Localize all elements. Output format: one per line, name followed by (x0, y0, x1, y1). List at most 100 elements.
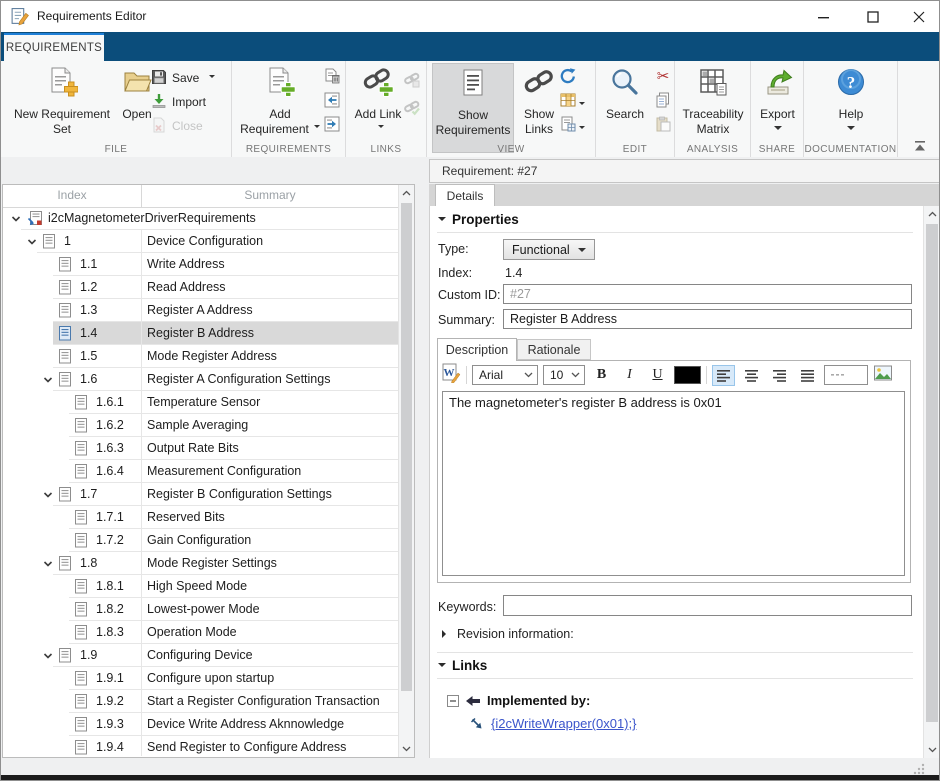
font-color-swatch[interactable] (674, 366, 701, 384)
tree-row[interactable]: 1.2Read Address (3, 276, 399, 299)
links-section-title[interactable]: Links (452, 658, 487, 673)
delete-requirement-button[interactable] (321, 65, 343, 87)
tree-scrollbar[interactable] (398, 185, 414, 757)
export-button[interactable]: Export (754, 63, 801, 153)
maximize-button[interactable] (850, 1, 895, 32)
column-header-summary[interactable]: Summary (141, 188, 399, 202)
help-dropdown-caret[interactable] (847, 126, 855, 134)
details-scrollbar-thumb[interactable] (926, 224, 938, 722)
font-family-select[interactable]: Arial (472, 365, 538, 385)
show-links-button[interactable]: Show Links (516, 63, 562, 153)
expand-chevron-icon[interactable] (27, 237, 37, 247)
align-justify-button[interactable] (796, 365, 819, 386)
keywords-input[interactable] (503, 595, 912, 616)
tree-row[interactable]: 1.6.4Measurement Configuration (3, 460, 399, 483)
search-button[interactable]: Search (600, 63, 650, 153)
tab-description[interactable]: Description (437, 338, 517, 361)
tree-row[interactable]: 1.1Write Address (3, 253, 399, 276)
summary-input[interactable]: Register B Address (503, 309, 912, 329)
properties-section-title[interactable]: Properties (452, 212, 519, 227)
tree-scroll-down-button[interactable] (399, 741, 414, 757)
tree-row[interactable]: 1.7Register B Configuration Settings (3, 483, 399, 506)
align-left-button[interactable] (712, 365, 735, 386)
tree-row[interactable]: 1.6.2Sample Averaging (3, 414, 399, 437)
expand-chevron-icon[interactable] (43, 559, 53, 569)
tree-scrollbar-thumb[interactable] (401, 203, 412, 691)
tab-requirements[interactable]: REQUIREMENTS (4, 33, 104, 61)
align-right-button[interactable] (768, 365, 791, 386)
description-text-area[interactable]: The magnetometer's register B address is… (442, 391, 905, 576)
custom-id-input[interactable]: #27 (503, 284, 912, 304)
underline-button[interactable]: U (646, 365, 669, 386)
tab-rationale[interactable]: Rationale (517, 339, 591, 360)
properties-collapse-caret[interactable] (438, 217, 446, 221)
tree-row[interactable]: 1.7.1Reserved Bits (3, 506, 399, 529)
expand-chevron-icon[interactable] (11, 214, 21, 224)
tree-row[interactable]: 1.9.3Device Write Address Aknnowledge (3, 713, 399, 736)
column-header-index[interactable]: Index (3, 188, 141, 202)
type-dropdown[interactable]: Functional (503, 239, 595, 260)
bold-button[interactable]: B (590, 365, 613, 386)
tree-row[interactable]: 1Device Configuration (3, 230, 399, 253)
add-requirement-caret[interactable] (314, 125, 320, 131)
tree-row[interactable]: 1.8.3Operation Mode (3, 621, 399, 644)
add-requirement-button[interactable]: Add Requirement (238, 63, 322, 153)
details-scroll-down-button[interactable] (924, 742, 940, 758)
refresh-button[interactable] (557, 65, 579, 87)
save-button[interactable]: Save (151, 67, 215, 89)
promote-requirement-button[interactable] (321, 89, 343, 111)
display-options-caret[interactable] (579, 121, 585, 139)
tree-row[interactable]: 1.9.2Start a Register Configuration Tran… (3, 690, 399, 713)
tab-details[interactable]: Details (435, 184, 495, 206)
links-group-expander[interactable] (447, 694, 459, 712)
tree-row[interactable]: 1.3Register A Address (3, 299, 399, 322)
tree-row-root[interactable]: i2cMagnetometerDriverRequirements (3, 207, 399, 230)
italic-button[interactable]: I (618, 365, 641, 386)
export-dropdown-caret[interactable] (774, 126, 782, 134)
tree-row[interactable]: 1.4Register B Address (3, 322, 399, 345)
traceability-matrix-button[interactable]: Traceability Matrix (678, 63, 748, 153)
show-requirements-button[interactable]: Show Requirements (432, 63, 514, 153)
tree-scroll-up-button[interactable] (399, 185, 414, 201)
tree-row[interactable]: 1.6.3Output Rate Bits (3, 437, 399, 460)
close-button[interactable] (896, 1, 940, 32)
details-scroll-up-button[interactable] (924, 206, 940, 222)
copy-button[interactable] (652, 89, 674, 111)
new-requirement-set-button[interactable]: New Requirement Set (11, 63, 113, 153)
tree-row[interactable]: 1.9Configuring Device (3, 644, 399, 667)
help-button[interactable]: ? Help (824, 63, 878, 153)
tree-row[interactable]: 1.9.1Configure upon startup (3, 667, 399, 690)
collapse-ribbon-button[interactable] (913, 139, 927, 157)
tree-row[interactable]: 1.9.4Send Register to Configure Address (3, 736, 399, 756)
tree-row[interactable]: 1.5Mode Register Address (3, 345, 399, 368)
expand-chevron-icon[interactable] (43, 375, 53, 385)
align-center-button[interactable] (740, 365, 763, 386)
insert-image-button[interactable] (873, 363, 893, 388)
columns-dropdown-caret[interactable] (579, 97, 585, 115)
tree-row[interactable]: 1.8Mode Register Settings (3, 552, 399, 575)
add-link-caret[interactable] (378, 125, 384, 131)
tree-row[interactable]: 1.6Register A Configuration Settings (3, 368, 399, 391)
font-size-select[interactable]: 10 (543, 365, 585, 385)
save-dropdown-caret[interactable] (209, 75, 215, 81)
import-button[interactable]: Import (151, 91, 206, 113)
display-options-button[interactable] (557, 113, 579, 135)
tree-row[interactable]: 1.7.2Gain Configuration (3, 529, 399, 552)
column-divider[interactable] (141, 185, 142, 207)
add-link-button[interactable]: Add Link (351, 63, 405, 153)
tree-row[interactable]: 1.6.1Temperature Sensor (3, 391, 399, 414)
cut-button[interactable]: ✂ (652, 65, 674, 87)
revision-information-label[interactable]: Revision information: (457, 627, 574, 641)
revision-expand-caret[interactable] (442, 630, 446, 638)
tree-row[interactable]: 1.8.1High Speed Mode (3, 575, 399, 598)
details-scrollbar[interactable] (923, 206, 940, 758)
demote-requirement-button[interactable] (321, 113, 343, 135)
tree-row[interactable]: 1.8.2Lowest-power Mode (3, 598, 399, 621)
expand-chevron-icon[interactable] (43, 651, 53, 661)
list-style-select[interactable] (824, 365, 868, 385)
minimize-button[interactable] (801, 1, 846, 32)
word-editor-icon[interactable]: W (441, 363, 461, 388)
links-collapse-caret[interactable] (438, 663, 446, 667)
implemented-by-link[interactable]: {i2cWriteWrapper(0x01);} (491, 716, 636, 731)
columns-button[interactable] (557, 89, 579, 111)
